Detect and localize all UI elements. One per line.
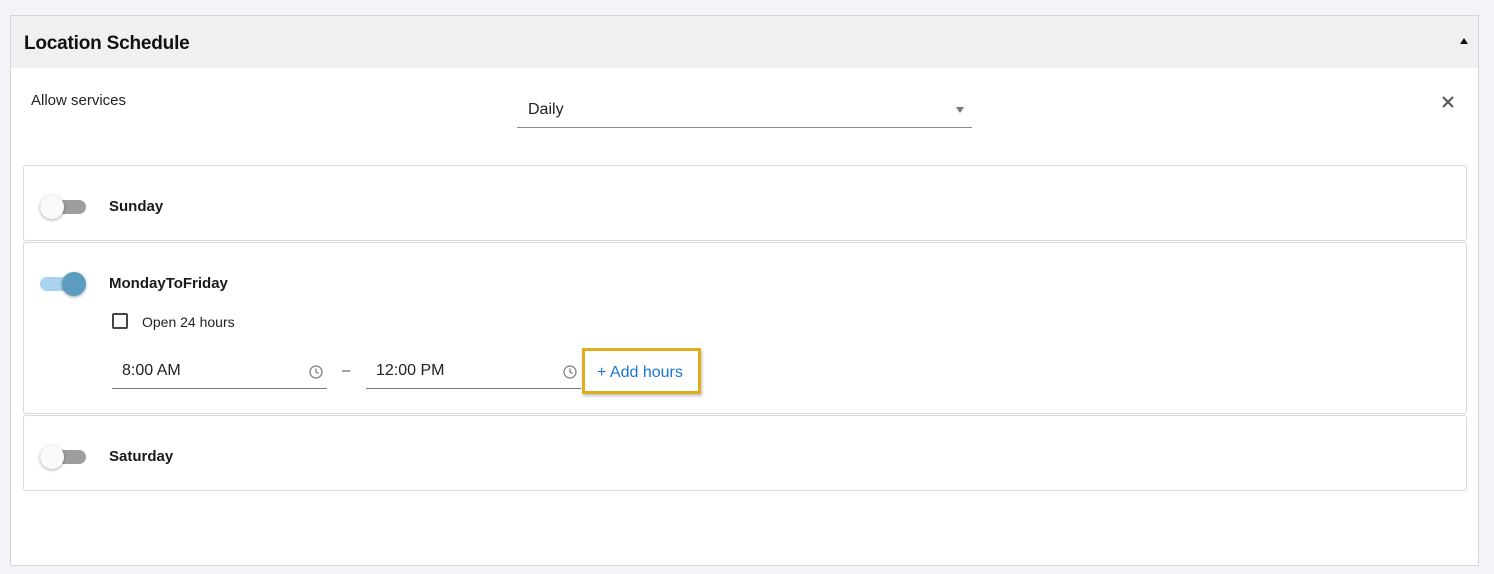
services-select-value: Daily bbox=[528, 101, 564, 118]
end-time-value: 12:00 PM bbox=[376, 362, 445, 379]
saturday-toggle[interactable] bbox=[40, 445, 86, 469]
caret-up-icon[interactable] bbox=[1460, 38, 1468, 44]
add-hours-label: + Add hours bbox=[597, 364, 683, 381]
open-24-hours-checkbox[interactable] bbox=[112, 313, 128, 329]
start-time-value: 8:00 AM bbox=[122, 362, 181, 379]
clock-icon-svg bbox=[309, 365, 323, 379]
close-icon[interactable] bbox=[1440, 94, 1456, 110]
allow-services-label: Allow services bbox=[31, 92, 127, 109]
close-icon-svg bbox=[1442, 96, 1454, 108]
monday-to-friday-toggle[interactable] bbox=[40, 272, 86, 296]
panel-header[interactable]: Location Schedule bbox=[11, 16, 1478, 68]
day-name-saturday: Saturday bbox=[109, 448, 174, 465]
end-time-input[interactable]: 12:00 PM bbox=[366, 355, 581, 389]
sunday-toggle[interactable] bbox=[40, 195, 86, 219]
start-time-input[interactable]: 8:00 AM bbox=[112, 355, 327, 389]
day-name-monday-to-friday: MondayToFriday bbox=[109, 275, 228, 292]
add-hours-button[interactable]: + Add hours bbox=[582, 348, 701, 394]
panel-title: Location Schedule bbox=[24, 33, 190, 54]
time-range-separator: – bbox=[342, 362, 351, 379]
open-24-hours-label: Open 24 hours bbox=[142, 314, 235, 330]
location-schedule-panel: Location Schedule Allow services Daily S… bbox=[10, 15, 1479, 566]
toggle-knob bbox=[62, 272, 86, 296]
clock-icon[interactable] bbox=[309, 365, 323, 379]
toggle-knob bbox=[40, 195, 64, 219]
toggle-knob bbox=[40, 445, 64, 469]
day-name-sunday: Sunday bbox=[109, 198, 164, 215]
services-select[interactable]: Daily bbox=[517, 96, 972, 128]
clock-icon-svg bbox=[563, 365, 577, 379]
clock-icon[interactable] bbox=[563, 365, 577, 379]
day-card-monday-to-friday: MondayToFriday Open 24 hours 8:00 AM – 1… bbox=[23, 242, 1467, 414]
chevron-down-icon bbox=[956, 107, 964, 113]
day-card-sunday: Sunday bbox=[23, 165, 1467, 241]
day-card-saturday: Saturday bbox=[23, 415, 1467, 491]
